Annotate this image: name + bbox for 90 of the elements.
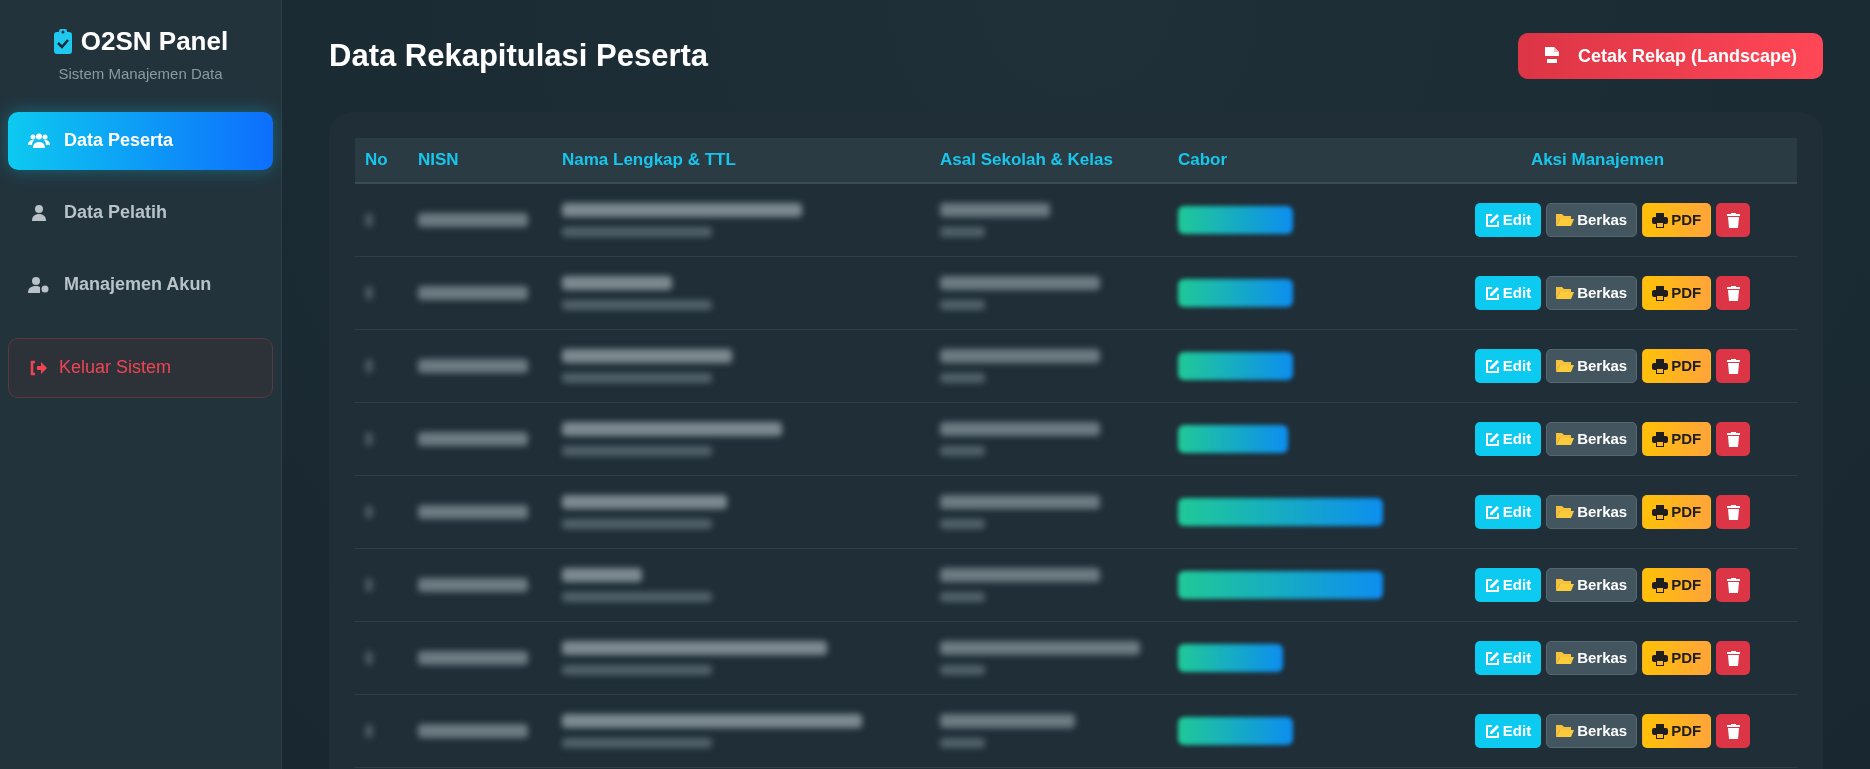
printer-icon <box>1652 504 1669 520</box>
printer-icon <box>1652 723 1669 739</box>
edit-icon <box>1484 358 1500 374</box>
clipboard-check-icon <box>52 28 73 55</box>
print-recap-button[interactable]: Cetak Rekap (Landscape) <box>1517 33 1823 79</box>
files-button[interactable]: Berkas <box>1546 714 1638 748</box>
edit-icon <box>1484 723 1500 739</box>
sidebar-item[interactable]: Manajemen Akun <box>8 255 273 314</box>
column-header: Nama Lengkap & TTL <box>561 149 737 172</box>
files-button[interactable]: Berkas <box>1546 349 1638 383</box>
blurred-text <box>940 519 985 529</box>
edit-icon <box>1484 577 1500 593</box>
column-header: No <box>364 149 389 172</box>
folder-icon <box>1556 505 1575 519</box>
edit-icon <box>1484 504 1500 520</box>
delete-button[interactable] <box>1716 568 1751 602</box>
edit-icon <box>1484 285 1500 301</box>
files-button[interactable]: Berkas <box>1546 568 1638 602</box>
pdf-button[interactable]: PDF <box>1642 495 1712 529</box>
edit-icon <box>1484 650 1500 666</box>
trash-icon <box>1726 504 1740 520</box>
delete-button[interactable] <box>1716 203 1751 237</box>
edit-icon <box>1484 431 1500 447</box>
folder-icon <box>1556 213 1575 227</box>
pdf-button[interactable]: PDF <box>1642 203 1712 237</box>
trash-icon <box>1726 212 1740 228</box>
delete-button[interactable] <box>1716 422 1751 456</box>
printer-icon <box>1652 212 1669 228</box>
files-button[interactable]: Berkas <box>1546 422 1638 456</box>
folder-icon <box>1556 724 1575 738</box>
blurred-text <box>940 665 985 675</box>
blurred-text <box>940 738 985 748</box>
blurred-text <box>940 592 985 602</box>
trash-icon <box>1726 650 1740 666</box>
pdf-button[interactable]: PDF <box>1642 641 1712 675</box>
printer-icon <box>1652 577 1669 593</box>
blurred-text <box>940 446 985 456</box>
files-button[interactable]: Berkas <box>1546 276 1638 310</box>
page-title: Data Rekapitulasi Peserta <box>329 36 709 75</box>
trash-icon <box>1726 358 1740 374</box>
column-header: Aksi Manajemen <box>1529 149 1666 172</box>
edit-icon <box>1484 212 1500 228</box>
pdf-file-icon <box>1543 46 1560 66</box>
folder-icon <box>1556 578 1575 592</box>
brand-title: O2SN Panel <box>80 25 229 58</box>
blurred-text <box>365 432 373 446</box>
files-button[interactable]: Berkas <box>1546 203 1638 237</box>
folder-icon <box>1556 359 1575 373</box>
files-button[interactable]: Berkas <box>1546 641 1638 675</box>
folder-icon <box>1556 651 1575 665</box>
brand-subtitle: Sistem Manajemen Data <box>58 64 223 84</box>
delete-button[interactable] <box>1716 714 1751 748</box>
user-gear-icon <box>28 276 50 293</box>
pdf-button[interactable]: PDF <box>1642 276 1712 310</box>
printer-icon <box>1652 358 1669 374</box>
people-icon <box>28 132 50 149</box>
delete-button[interactable] <box>1716 641 1751 675</box>
blurred-text <box>365 359 373 373</box>
logout-button[interactable]: Keluar Sistem <box>8 337 273 398</box>
blurred-text <box>365 651 373 665</box>
delete-button[interactable] <box>1716 349 1751 383</box>
blurred-text <box>940 373 985 383</box>
column-header: Cabor <box>1177 149 1229 172</box>
column-header: NISN <box>417 149 460 172</box>
sign-out-icon <box>29 359 47 376</box>
pdf-button[interactable]: PDF <box>1642 422 1712 456</box>
blurred-text <box>365 213 373 227</box>
blurred-text <box>940 227 985 237</box>
delete-button[interactable] <box>1716 495 1751 529</box>
trash-icon <box>1726 431 1740 447</box>
trash-icon <box>1726 723 1740 739</box>
sidebar-item[interactable]: Data Pelatih <box>8 183 273 242</box>
delete-button[interactable] <box>1716 276 1751 310</box>
printer-icon <box>1652 431 1669 447</box>
folder-icon <box>1556 432 1575 446</box>
trash-icon <box>1726 577 1740 593</box>
blurred-text <box>365 724 373 738</box>
blurred-text <box>940 300 985 310</box>
trash-icon <box>1726 285 1740 301</box>
pdf-button[interactable]: PDF <box>1642 714 1712 748</box>
printer-icon <box>1652 650 1669 666</box>
blurred-text <box>365 286 373 300</box>
blurred-text <box>365 578 373 592</box>
pdf-button[interactable]: PDF <box>1642 349 1712 383</box>
folder-icon <box>1556 286 1575 300</box>
column-header: Asal Sekolah & Kelas <box>939 149 1114 172</box>
files-button[interactable]: Berkas <box>1546 495 1638 529</box>
printer-icon <box>1652 285 1669 301</box>
blurred-text <box>365 505 373 519</box>
pdf-button[interactable]: PDF <box>1642 568 1712 602</box>
